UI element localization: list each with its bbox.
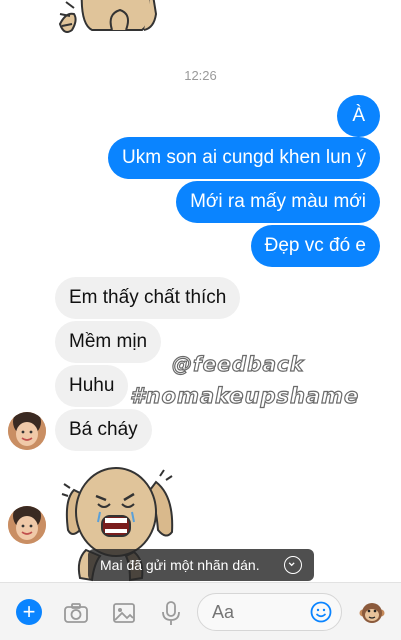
smiley-icon[interactable] — [310, 601, 332, 623]
message-incoming[interactable]: Huhu — [55, 365, 129, 407]
avatar[interactable] — [8, 506, 46, 544]
message-outgoing[interactable]: Ukm son ai cungd khen lun ý — [108, 137, 380, 179]
timestamp: 12:26 — [184, 68, 217, 83]
chevron-down-icon[interactable] — [284, 556, 302, 574]
message-outgoing[interactable]: Mới ra mấy màu mới — [176, 181, 380, 223]
message-outgoing[interactable]: À — [337, 95, 380, 137]
message-field[interactable] — [212, 602, 292, 623]
message-incoming[interactable]: Mềm mịn — [55, 321, 162, 363]
avatar[interactable] — [8, 412, 46, 450]
message-incoming[interactable]: Em thấy chất thích — [55, 277, 241, 319]
monkey-icon[interactable] — [359, 600, 385, 626]
camera-icon[interactable] — [62, 599, 90, 627]
watermark-handle: @feedback — [171, 351, 305, 376]
microphone-icon[interactable] — [157, 599, 185, 627]
message-outgoing[interactable]: Đẹp vc đó e — [250, 225, 380, 267]
watermark-hashtag: #nomakeupshame — [129, 383, 360, 408]
toast-text: Mai đã gửi một nhãn dán. — [100, 557, 260, 573]
message-incoming[interactable]: Bá cháy — [55, 409, 152, 451]
sticker-toast[interactable]: Mai đã gửi một nhãn dán. — [88, 549, 314, 581]
plus-icon[interactable]: + — [16, 599, 42, 625]
sticker-top — [58, 0, 158, 33]
photo-icon[interactable] — [110, 599, 138, 627]
composer-bar: + — [0, 582, 401, 640]
